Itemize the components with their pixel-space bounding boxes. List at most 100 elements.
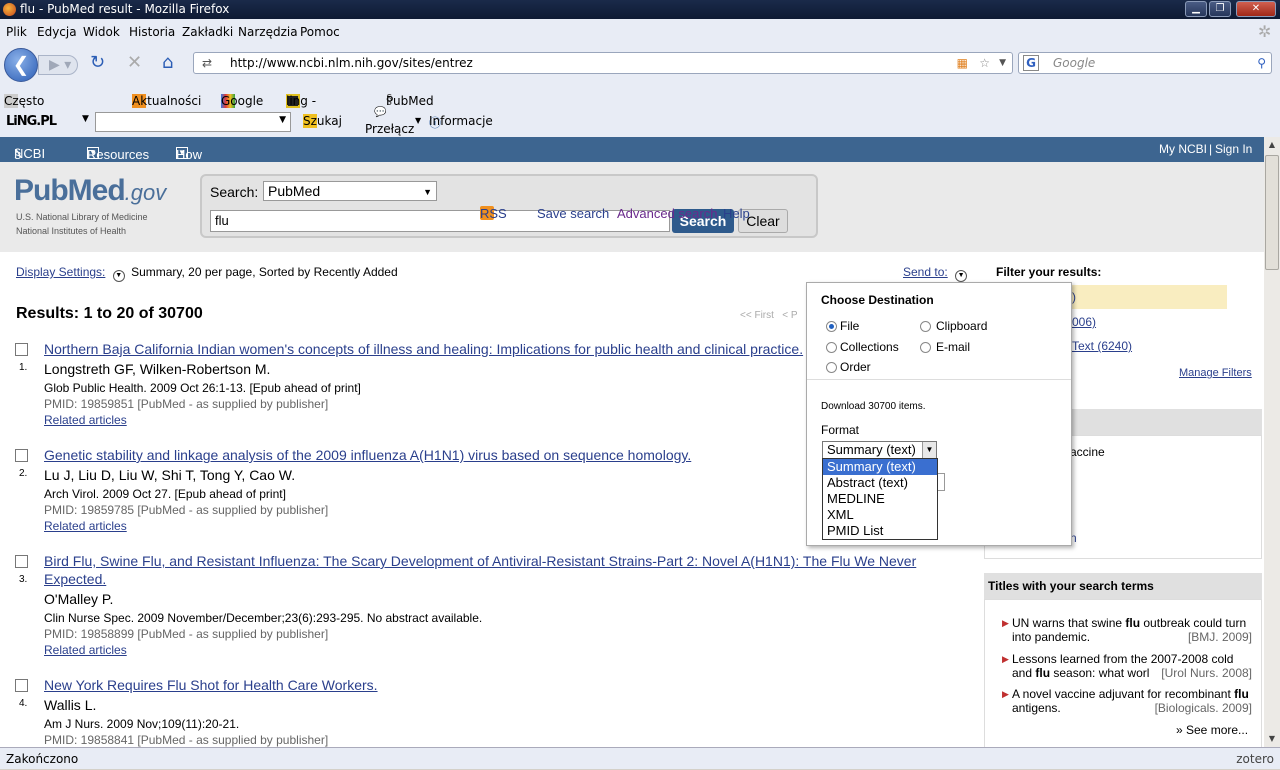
format-option[interactable]: PMID List — [823, 523, 937, 539]
title-item[interactable]: Lessons learned from the 2007-2008 cold … — [1012, 652, 1252, 680]
google-engine-icon[interactable]: G — [1023, 55, 1039, 71]
result-pmid: PMID: 19859785 [PubMed - as supplied by … — [44, 503, 329, 517]
ncbi-bar: §NCBI Resources ▼ How To ▼ My NCBI | Sig… — [0, 137, 1264, 177]
database-select[interactable]: PubMed ▼ — [263, 181, 437, 201]
maximize-button[interactable]: ❐ — [1209, 1, 1231, 17]
rss-label: RSS — [480, 206, 507, 221]
menu-bar: Plik Edycja Widok Historia Zakładki Narz… — [0, 19, 1280, 44]
bookmark-star-icon[interactable]: ☆ — [979, 53, 990, 73]
hidden-control-edge — [937, 473, 945, 491]
ling-menu-dropdown-icon[interactable]: ▼ — [82, 114, 89, 124]
related-articles-link[interactable]: Related articles — [44, 413, 127, 427]
result-title-link-line2[interactable]: Expected. — [44, 571, 106, 587]
result-authors: Wallis L. — [44, 697, 97, 713]
my-ncbi-link[interactable]: My NCBI — [1159, 142, 1207, 156]
radio-file[interactable] — [826, 321, 837, 332]
close-window-button[interactable]: ✕ — [1236, 1, 1276, 17]
related-articles-link[interactable]: Related articles — [44, 643, 127, 657]
format-option[interactable]: MEDLINE — [823, 491, 937, 507]
result-number: 1. — [19, 362, 28, 373]
site-identity-icon[interactable]: ⇄ — [202, 53, 212, 73]
display-settings-link[interactable]: Display Settings: — [16, 265, 105, 279]
format-option[interactable]: Summary (text) — [823, 459, 937, 475]
menu-edycja[interactable]: Edycja — [37, 25, 77, 39]
title-bold: flu — [1125, 616, 1141, 630]
result-title-link[interactable]: Bird Flu, Swine Flu, and Resistant Influ… — [44, 553, 916, 569]
radio-collections[interactable] — [826, 342, 837, 353]
sign-in-link[interactable]: Sign In — [1215, 142, 1252, 156]
radio-email[interactable] — [920, 342, 931, 353]
separator: | — [1209, 142, 1213, 156]
save-search-link[interactable]: Save search — [537, 206, 609, 221]
send-to-menu[interactable]: Send to: ▼ — [903, 265, 968, 282]
rss-feed-icon[interactable]: ▦ — [957, 53, 968, 73]
minimize-button[interactable]: ▁ — [1185, 1, 1207, 17]
result-checkbox[interactable] — [15, 555, 28, 568]
format-select[interactable]: Summary (text) ▼ — [822, 441, 937, 459]
advanced-search-link[interactable]: Advanced search — [617, 206, 717, 221]
switch-dropdown-icon[interactable]: ▼ — [415, 116, 421, 125]
logo-med: Med — [67, 174, 126, 207]
result-authors: O'Malley P. — [44, 591, 114, 607]
ling-search-input[interactable]: ▼ — [95, 112, 291, 132]
result-authors: Longstreth GF, Wilken-Robertson M. — [44, 361, 271, 377]
pager[interactable]: << First < P — [740, 310, 798, 321]
result-checkbox[interactable] — [15, 343, 28, 356]
menu-widok[interactable]: Widok — [83, 25, 120, 39]
title-item[interactable]: A novel vaccine adjuvant for recombinant… — [1012, 687, 1252, 715]
title-text: antigens. — [1012, 701, 1061, 715]
menu-historia[interactable]: Historia — [129, 25, 175, 39]
display-summary: Summary, 20 per page, Sorted by Recently… — [131, 265, 398, 279]
help-link[interactable]: Help — [723, 206, 750, 221]
result-title-link[interactable]: Northern Baja California Indian women's … — [44, 341, 803, 357]
result-checkbox[interactable] — [15, 679, 28, 692]
ling-switch-button[interactable]: Przełącz — [365, 122, 414, 136]
see-more-link[interactable]: » See more... — [1176, 723, 1248, 737]
format-value: Summary (text) — [827, 442, 916, 457]
result-title-link[interactable]: Genetic stability and linkage analysis o… — [44, 447, 691, 463]
pubmed-logo[interactable]: PubMed.gov U.S. National Library of Medi… — [14, 174, 166, 238]
menu-plik[interactable]: Plik — [6, 25, 27, 39]
home-icon[interactable]: ⌂ — [162, 53, 173, 73]
filter-item[interactable]: Text (6240) — [1072, 339, 1132, 353]
divider — [807, 379, 1071, 380]
scroll-up-icon[interactable]: ▲ — [1264, 137, 1280, 153]
scroll-down-icon[interactable]: ▼ — [1264, 731, 1280, 747]
title-source: [Urol Nurs. 2008] — [1161, 666, 1252, 680]
menu-narzedzia[interactable]: Narzędzia — [238, 25, 298, 39]
stop-icon[interactable]: ✕ — [127, 53, 142, 73]
reload-icon[interactable]: ↻ — [90, 53, 105, 73]
chevron-down-icon: ▼ — [423, 187, 432, 197]
radio-clipboard[interactable] — [920, 321, 931, 332]
format-option[interactable]: XML — [823, 507, 937, 523]
send-to-label: Send to: — [903, 265, 948, 279]
chevron-down-icon: ▼ — [87, 147, 99, 159]
result-checkbox[interactable] — [15, 449, 28, 462]
search-icon[interactable]: ⚲ — [1257, 53, 1266, 73]
related-articles-link[interactable]: Related articles — [44, 519, 127, 533]
radio-order[interactable] — [826, 362, 837, 373]
menu-zakladki[interactable]: Zakładki — [182, 25, 233, 39]
back-button[interactable]: ❮ — [4, 48, 38, 82]
title-source: [BMJ. 2009] — [1187, 630, 1252, 644]
zotero-button[interactable]: zotero — [1236, 748, 1274, 770]
filter-item[interactable]: 006) — [1072, 315, 1096, 329]
title-bold: flu — [1234, 687, 1249, 701]
vertical-scrollbar[interactable]: ▲ ▼ — [1264, 137, 1280, 747]
manage-filters-link[interactable]: Manage Filters — [1179, 367, 1252, 379]
title-item[interactable]: UN warns that swine flu outbreak could t… — [1012, 616, 1252, 644]
web-search-input[interactable]: G Google ⚲ — [1018, 52, 1272, 74]
url-dropdown-icon[interactable]: ▼ — [999, 53, 1006, 73]
chevron-down-icon[interactable]: ▼ — [112, 270, 125, 282]
forward-button[interactable]: ▶ ▾ — [38, 55, 78, 75]
result-title-link[interactable]: New York Requires Flu Shot for Health Ca… — [44, 677, 378, 693]
chevron-down-icon: ▼ — [279, 115, 286, 125]
window-title-bar: flu - PubMed result - Mozilla Firefox ▁ … — [0, 0, 1280, 19]
scroll-thumb[interactable] — [1265, 155, 1279, 270]
url-bar[interactable]: ⇄ http://www.ncbi.nlm.nih.gov/sites/entr… — [193, 52, 1013, 74]
chevron-down-icon: ▼ — [922, 442, 936, 458]
url-text: http://www.ncbi.nlm.nih.gov/sites/entrez — [230, 56, 473, 70]
menu-pomoc[interactable]: Pomoc — [300, 25, 340, 39]
format-option[interactable]: Abstract (text) — [823, 475, 937, 491]
radio-file-label: File — [840, 319, 860, 333]
